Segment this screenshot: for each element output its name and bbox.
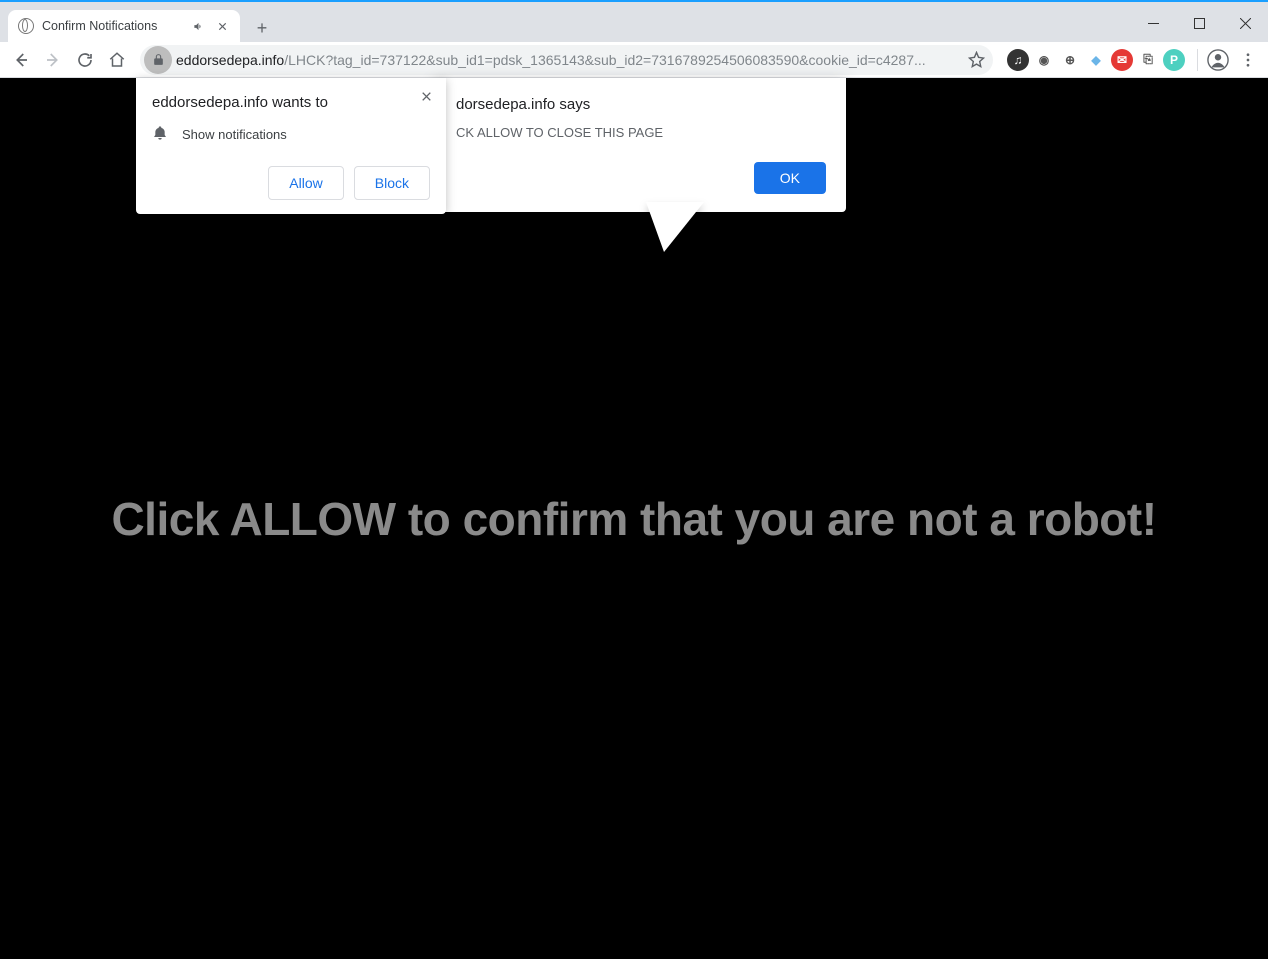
address-bar[interactable]: eddorsedepa.info /LHCK?tag_id=737122&sub…: [140, 45, 993, 75]
url-path: /LHCK?tag_id=737122&sub_id1=pdsk_1365143…: [284, 52, 925, 68]
close-window-button[interactable]: [1222, 8, 1268, 38]
permission-row: Show notifications: [152, 125, 430, 144]
alert-title: dorsedepa.info says: [456, 96, 826, 113]
maximize-button[interactable]: [1176, 8, 1222, 38]
crystal-icon[interactable]: ◆: [1085, 49, 1107, 71]
close-tab-icon[interactable]: [214, 18, 230, 34]
globe-icon: [18, 18, 34, 34]
reload-button[interactable]: [70, 45, 100, 75]
music-icon[interactable]: ♫: [1007, 49, 1029, 71]
popup-close-icon[interactable]: [416, 86, 436, 106]
permission-label: Show notifications: [182, 127, 287, 142]
camera-icon[interactable]: ◉: [1033, 49, 1055, 71]
notification-permission-popup: eddorsedepa.info wants to Show notificat…: [136, 78, 446, 214]
new-tab-button[interactable]: +: [248, 14, 276, 42]
speech-tail-icon: [646, 202, 704, 252]
pdf-icon[interactable]: P: [1163, 49, 1185, 71]
javascript-alert-dialog: dorsedepa.info says CK ALLOW TO CLOSE TH…: [436, 78, 846, 212]
allow-button[interactable]: Allow: [268, 166, 343, 200]
bell-icon: [152, 125, 168, 144]
lock-icon[interactable]: [144, 46, 172, 74]
kebab-menu-icon[interactable]: [1234, 46, 1262, 74]
browser-toolbar: eddorsedepa.info /LHCK?tag_id=737122&sub…: [0, 42, 1268, 78]
alert-body: CK ALLOW TO CLOSE THIS PAGE: [456, 125, 826, 140]
popup-title: eddorsedepa.info wants to: [152, 94, 430, 111]
home-button[interactable]: [102, 45, 132, 75]
clip-icon[interactable]: ⎘: [1137, 49, 1159, 71]
window-titlebar: [0, 0, 1268, 8]
alert-ok-button[interactable]: OK: [754, 162, 826, 194]
mute-icon[interactable]: [190, 18, 206, 34]
browser-tab[interactable]: Confirm Notifications: [8, 10, 240, 42]
tab-title: Confirm Notifications: [42, 19, 182, 33]
url-host: eddorsedepa.info: [176, 52, 284, 68]
minimize-button[interactable]: [1130, 8, 1176, 38]
profile-avatar-icon[interactable]: [1204, 46, 1232, 74]
mail-icon[interactable]: ✉: [1111, 49, 1133, 71]
back-button[interactable]: [6, 45, 36, 75]
extension-icons: ♫◉⊕◆✉⎘P: [1001, 49, 1191, 71]
zoom-icon[interactable]: ⊕: [1059, 49, 1081, 71]
block-button[interactable]: Block: [354, 166, 430, 200]
tab-strip: Confirm Notifications +: [0, 8, 1268, 42]
bookmark-star-icon[interactable]: [963, 47, 989, 73]
page-headline: Click ALLOW to confirm that you are not …: [111, 492, 1156, 546]
window-controls: [1130, 8, 1268, 38]
toolbar-separator: [1197, 49, 1198, 71]
forward-button[interactable]: [38, 45, 68, 75]
